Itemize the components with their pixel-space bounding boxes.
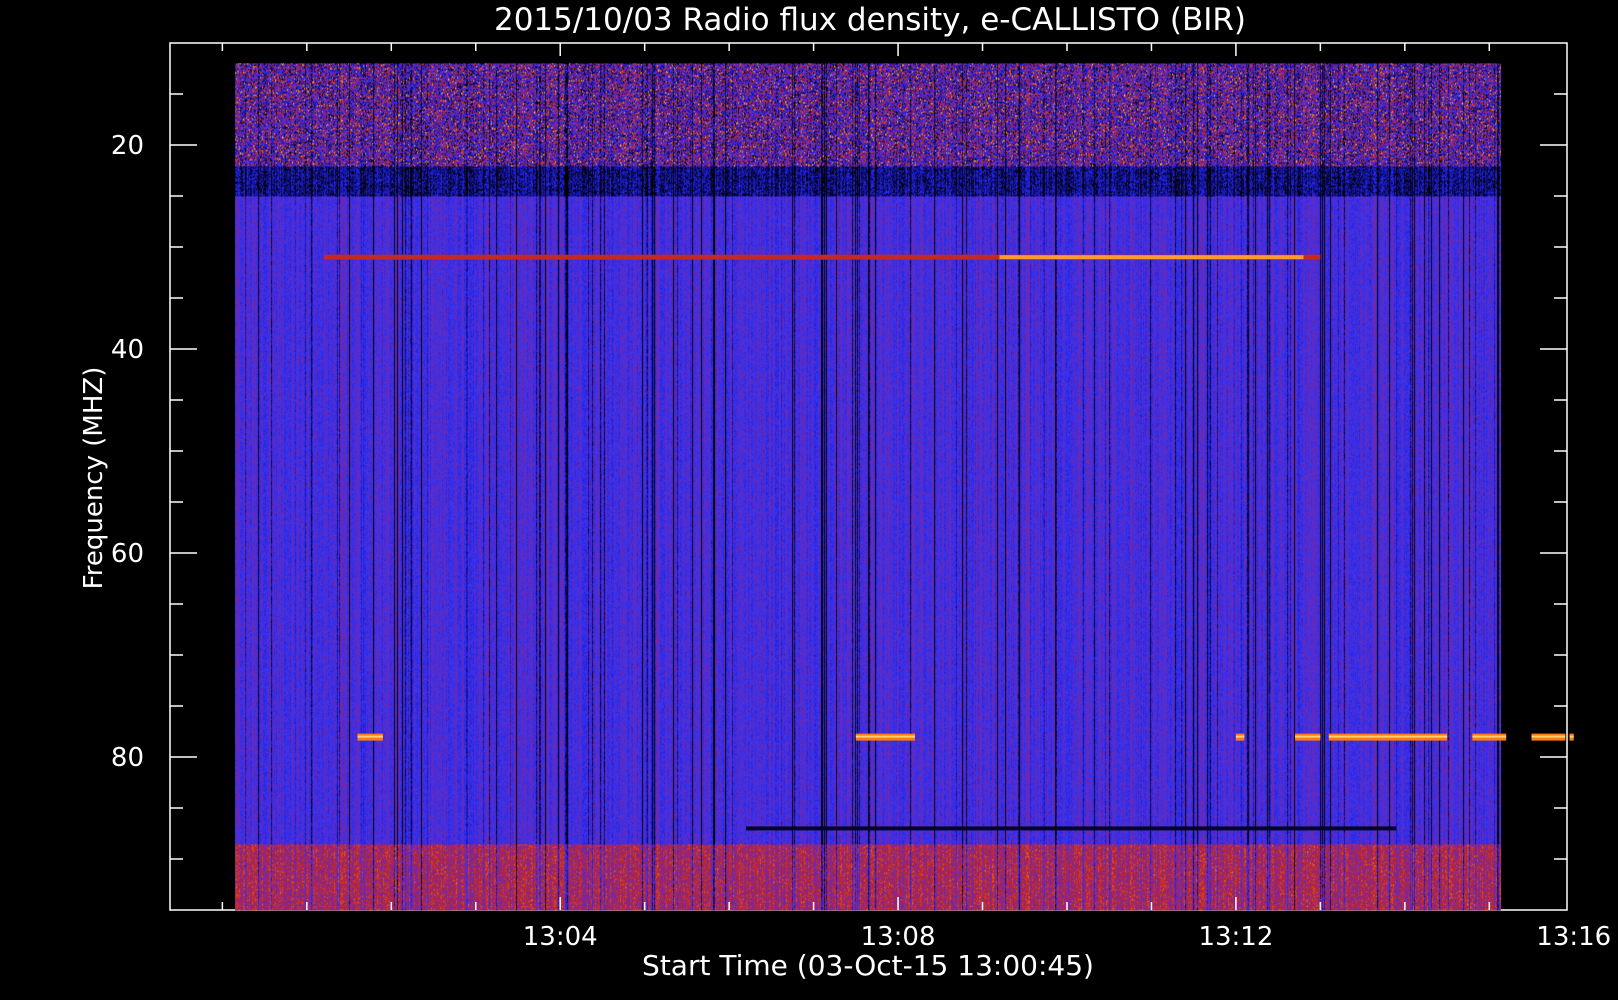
emission-segment-core xyxy=(855,735,915,738)
spectrogram-image xyxy=(235,63,1502,911)
heatmap-image xyxy=(235,63,1502,911)
x-axis-label: Start Time (03-Oct-15 13:00:45) xyxy=(642,949,1094,982)
y-tick-label: 80 xyxy=(111,743,144,773)
emission-segment-core xyxy=(357,735,383,738)
emission-segment-core xyxy=(1295,735,1321,738)
y-tick-label: 40 xyxy=(111,335,144,365)
spectrogram-chart: 2015/10/03 Radio flux density, e-CALLIST… xyxy=(79,2,1611,982)
emission-peak-31mhz xyxy=(999,255,1304,260)
emission-segment-core xyxy=(1328,735,1448,738)
emission-segment-core xyxy=(1235,735,1245,738)
x-tick-label: 13:12 xyxy=(1198,922,1273,952)
y-tick-label: 20 xyxy=(111,131,144,161)
emission-segment-core xyxy=(1472,735,1507,738)
plot-area: 13:04 13:08 13:12 13:16 20 40 60 80 xyxy=(111,42,1611,952)
dark-band-87mhz xyxy=(746,826,1397,831)
x-tick-label: 13:08 xyxy=(861,922,936,952)
x-tick-label: 13:16 xyxy=(1536,922,1611,952)
y-axis-label: Frequency (MHZ) xyxy=(79,367,109,590)
chart-title: 2015/10/03 Radio flux density, e-CALLIST… xyxy=(494,2,1246,38)
emission-segment-core xyxy=(1531,735,1566,738)
emission-segment-core xyxy=(1569,735,1574,738)
y-tick-label: 60 xyxy=(111,539,144,569)
x-tick-label: 13:04 xyxy=(523,922,598,952)
